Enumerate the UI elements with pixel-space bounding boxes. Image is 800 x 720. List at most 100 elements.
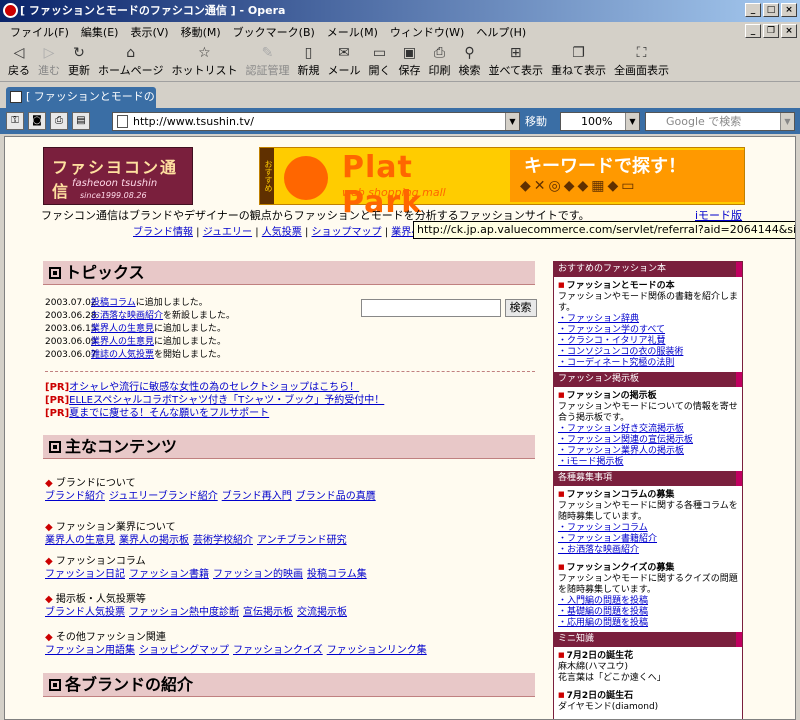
menu-bookmarks[interactable]: ブックマーク(B) bbox=[227, 24, 321, 40]
menu-help[interactable]: ヘルプ(H) bbox=[470, 24, 532, 40]
section-link[interactable]: 芸術学校紹介 bbox=[193, 535, 253, 546]
camera-icon[interactable]: ◙ bbox=[28, 112, 46, 130]
toolbar-button-0[interactable]: ◁ 戻る bbox=[4, 42, 34, 80]
section-link[interactable]: 業界人の生意見 bbox=[45, 535, 115, 546]
menu-mail[interactable]: メール(M) bbox=[321, 24, 384, 40]
section-link[interactable]: ブランド品の真贋 bbox=[296, 491, 376, 502]
news-link[interactable]: 投稿コラム bbox=[91, 298, 136, 308]
mdi-restore-button[interactable]: ❐ bbox=[763, 24, 779, 38]
section-link[interactable]: 宣伝掲示板 bbox=[243, 607, 293, 618]
toolbar-button-12[interactable]: ⊞ 並べて表示 bbox=[484, 42, 547, 80]
toolbar-button-6[interactable]: ▯ 新規 bbox=[293, 42, 323, 80]
sidebar-link[interactable]: ・ファッション書籍紹介 bbox=[558, 534, 738, 545]
section-link[interactable]: ファッションクイズ bbox=[233, 645, 323, 656]
print-preview-icon[interactable]: ⎙ bbox=[50, 112, 68, 130]
section-link[interactable]: アンチブランド研究 bbox=[257, 535, 347, 546]
toolbar-button-10[interactable]: ⎙ 印刷 bbox=[424, 42, 454, 80]
sidebar-link[interactable]: ・ファッション学のすべて bbox=[558, 325, 738, 336]
nav-link[interactable]: 人気投票 bbox=[262, 227, 302, 238]
nav-separator: | bbox=[193, 227, 203, 238]
sidebar-link[interactable]: ・応用編の問題を投稿 bbox=[558, 618, 738, 629]
section-link[interactable]: ファッション日記 bbox=[45, 569, 125, 580]
sidebar-link[interactable]: ・入門編の問題を投稿 bbox=[558, 596, 738, 607]
sidebar-link[interactable]: ・ファッション業界人の掲示板 bbox=[558, 446, 738, 457]
toolbar-button-14[interactable]: ⛶ 全画面表示 bbox=[610, 42, 673, 80]
pr-link[interactable]: オシャレや流行に敏感な女性の為のセレクトショップはこちら！ bbox=[69, 382, 359, 393]
mdi-minimize-button[interactable]: _ bbox=[745, 24, 761, 38]
sidebar-link[interactable]: ・ファッション辞典 bbox=[558, 314, 738, 325]
news-link[interactable]: お洒落な映画紹介 bbox=[91, 311, 163, 321]
ad-banner[interactable]: おすすめ Plat Park web shopping mall キーワードで探… bbox=[259, 147, 745, 220]
tab-current[interactable]: [ ファッションとモードのファ... bbox=[6, 87, 156, 108]
section-links: ファッション用語集 ショッピングマップ ファッションクイズ ファッションリンク集 bbox=[45, 644, 431, 657]
toolbar-button-11[interactable]: ⚲ 検索 bbox=[454, 42, 484, 80]
toolbar-button-3[interactable]: ⌂ ホームページ bbox=[94, 42, 167, 80]
section-link[interactable]: ショッピングマップ bbox=[139, 645, 229, 656]
sidebar-link[interactable]: ・コンソジュンコの衣の服装術 bbox=[558, 347, 738, 358]
page-info-icon[interactable]: ▤ bbox=[72, 112, 90, 130]
toolbar-button-7[interactable]: ✉ メール bbox=[323, 42, 364, 80]
news-link[interactable]: 業界人の生意見 bbox=[91, 324, 154, 334]
google-search-field[interactable]: Google で検索 ▼ bbox=[645, 112, 795, 131]
url-field[interactable]: http://www.tsushin.tv/ ▼ bbox=[112, 112, 520, 131]
section-link[interactable]: ファッション用語集 bbox=[45, 645, 135, 656]
minimize-button[interactable]: _ bbox=[745, 3, 761, 17]
zoom-field[interactable]: 100% ▼ bbox=[560, 112, 640, 131]
menu-view[interactable]: 表示(V) bbox=[124, 24, 174, 40]
sidebar-link[interactable]: ・ファッション関連の宣伝掲示板 bbox=[558, 435, 738, 446]
section-link[interactable]: ファッションリンク集 bbox=[327, 645, 427, 656]
section-link[interactable]: ブランド人気投票 bbox=[45, 607, 125, 618]
url-dropdown-icon[interactable]: ▼ bbox=[505, 113, 519, 130]
section-links: 業界人の生意見 業界人の掲示板 芸術学校紹介 アンチブランド研究 bbox=[45, 534, 351, 547]
toolbar-button-4[interactable]: ☆ ホットリスト bbox=[167, 42, 241, 80]
section-link[interactable]: ファッション書籍 bbox=[129, 569, 209, 580]
go-button[interactable]: 移動 bbox=[525, 112, 547, 131]
section-link[interactable]: ブランド再入門 bbox=[222, 491, 292, 502]
section-title: ◆ ブランドについて bbox=[45, 477, 380, 490]
close-button[interactable]: × bbox=[781, 3, 797, 17]
mdi-close-button[interactable]: × bbox=[781, 24, 797, 38]
menu-window[interactable]: ウィンドウ(W) bbox=[384, 24, 470, 40]
site-search-button[interactable]: 検索 bbox=[504, 299, 537, 317]
toolbar-button-1[interactable]: ▷ 進む bbox=[34, 42, 64, 80]
lock-icon[interactable]: ⚿ bbox=[6, 112, 24, 130]
toolbar-button-8[interactable]: ▭ 開く bbox=[364, 42, 394, 80]
nav-link[interactable]: ジュエリー bbox=[203, 227, 252, 238]
news-date: 2003.06.15 bbox=[45, 324, 97, 334]
search-dropdown-icon[interactable]: ▼ bbox=[780, 113, 794, 130]
pr-link[interactable]: 夏までに痩せる！そんな願いをフルサポート bbox=[69, 408, 269, 419]
nav-link[interactable]: ブランド情報 bbox=[133, 227, 193, 238]
toolbar-button-2[interactable]: ↻ 更新 bbox=[64, 42, 94, 80]
site-search-input[interactable] bbox=[361, 299, 501, 317]
news-link[interactable]: 業界人の生意見 bbox=[91, 337, 154, 347]
site-logo[interactable]: ファシヨコン通信 fasheoon tsushin since1999.08.2… bbox=[43, 147, 193, 205]
nav-link[interactable]: ショップマップ bbox=[312, 227, 382, 238]
menu-navigate[interactable]: 移動(M) bbox=[175, 24, 227, 40]
sidebar-link[interactable]: ・基礎編の問題を投稿 bbox=[558, 607, 738, 618]
section-title-text: ファッション業界について bbox=[55, 522, 176, 533]
news-item: 2003.06.15業界人の生意見に追加しました。 bbox=[45, 323, 235, 336]
pr-link[interactable]: ELLEスペシャルコラボTシャツ付き「Tシャツ・ブック」予約受付中！ bbox=[69, 395, 384, 406]
sidebar-link[interactable]: ・iモード掲示板 bbox=[558, 457, 738, 468]
news-text: に追加しました。 bbox=[154, 337, 227, 347]
section-link[interactable]: 交流掲示板 bbox=[297, 607, 347, 618]
menu-file[interactable]: ファイル(F) bbox=[4, 24, 75, 40]
section-link[interactable]: ファッション的映画 bbox=[213, 569, 303, 580]
sidebar-link[interactable]: ・お洒落な映画紹介 bbox=[558, 545, 738, 556]
section-link[interactable]: ジュエリーブランド紹介 bbox=[109, 491, 218, 502]
menu-edit[interactable]: 編集(E) bbox=[75, 24, 125, 40]
sidebar-link[interactable]: ・クラシコ・イタリア礼賛 bbox=[558, 336, 738, 347]
maximize-button[interactable]: □ bbox=[763, 3, 779, 17]
sidebar-link[interactable]: ・ファッション好き交流掲示板 bbox=[558, 424, 738, 435]
section-link[interactable]: ブランド紹介 bbox=[45, 491, 105, 502]
toolbar-button-5[interactable]: ✎ 認証管理 bbox=[241, 42, 293, 80]
section-link[interactable]: 投稿コラム集 bbox=[307, 569, 367, 580]
toolbar-button-9[interactable]: ▣ 保存 bbox=[394, 42, 424, 80]
sidebar-link[interactable]: ・コーディネート究極の法則 bbox=[558, 358, 738, 369]
sidebar-link[interactable]: ・ファッションコラム bbox=[558, 523, 738, 534]
section-link[interactable]: ファッション熱中度診断 bbox=[129, 607, 239, 618]
news-link[interactable]: 雑誌の人気投票 bbox=[91, 350, 154, 360]
section-link[interactable]: 業界人の掲示板 bbox=[119, 535, 189, 546]
toolbar-button-13[interactable]: ❐ 重ねて表示 bbox=[547, 42, 610, 80]
zoom-dropdown-icon[interactable]: ▼ bbox=[625, 113, 639, 130]
